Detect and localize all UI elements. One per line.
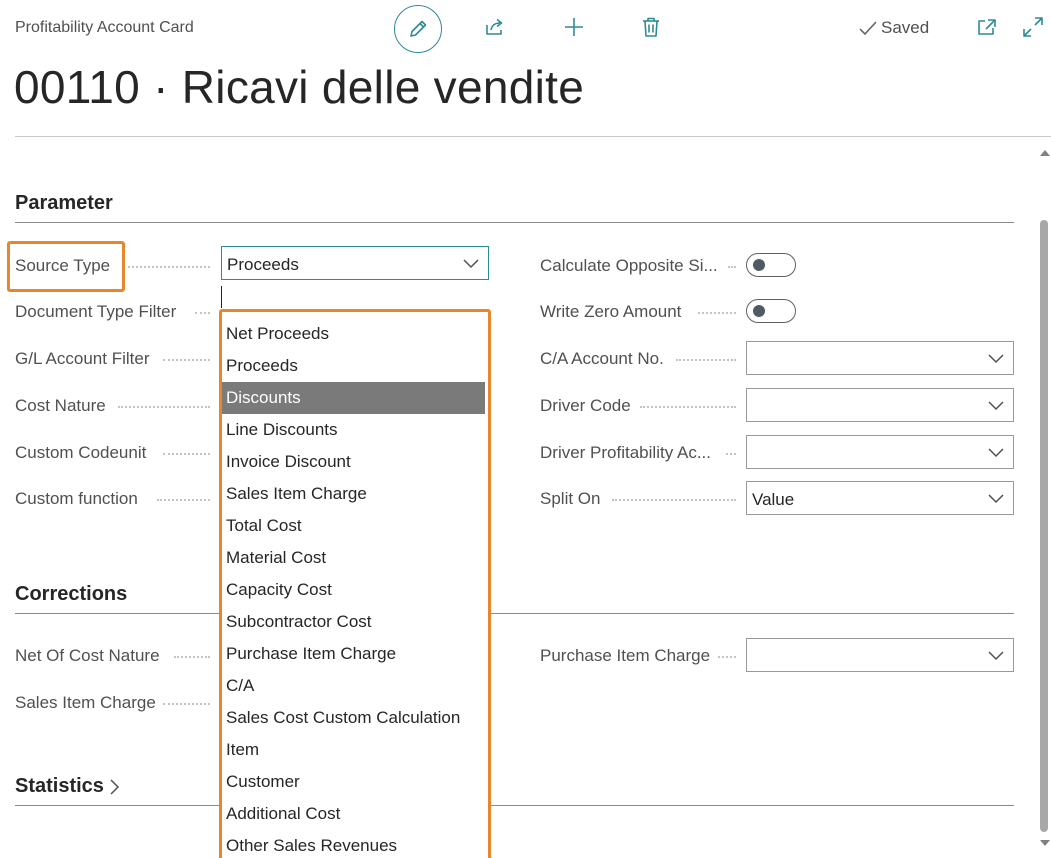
sales-item-charge-leader	[163, 703, 210, 705]
popout-button[interactable]	[972, 12, 1002, 42]
write-zero-amount-leader	[698, 312, 736, 314]
cost-nature-leader	[118, 406, 210, 408]
driver-profitability-label: Driver Profitability Ac...	[540, 443, 711, 462]
source-type-value: Proceeds	[227, 255, 299, 274]
split-on-value: Value	[752, 490, 795, 509]
purchase-item-charge-leader	[718, 656, 736, 658]
source-type-leader	[128, 266, 210, 268]
section-divider-corrections	[15, 613, 1014, 614]
calculate-opposite-label: Calculate Opposite Si...	[540, 256, 718, 275]
breadcrumb[interactable]: Profitability Account Card	[15, 19, 194, 37]
chevron-down-icon	[988, 448, 1004, 458]
source-type-highlight	[7, 241, 125, 292]
custom-function-leader	[157, 499, 210, 501]
calculate-opposite-toggle[interactable]	[746, 253, 796, 277]
custom-codeunit-leader	[163, 453, 210, 455]
saved-status: Saved	[858, 18, 929, 38]
dropdown-highlight	[219, 309, 491, 858]
driver-profitability-select[interactable]	[746, 435, 1014, 469]
share-icon	[486, 18, 503, 35]
chevron-right-icon	[110, 778, 119, 795]
edit-button[interactable]	[394, 5, 442, 53]
write-zero-amount-label: Write Zero Amount	[540, 302, 682, 321]
scroll-thumb[interactable]	[1040, 220, 1048, 832]
purchase-item-charge-label: Purchase Item Charge	[540, 646, 711, 665]
split-on-leader	[612, 499, 736, 501]
gl-account-filter-label: G/L Account Filter	[15, 349, 150, 368]
document-type-filter-leader	[195, 312, 210, 314]
page-title: 00110 · Ricavi delle vendite	[14, 61, 585, 113]
section-divider-parameter	[15, 222, 1014, 223]
toggle-knob	[753, 305, 765, 317]
write-zero-amount-toggle[interactable]	[746, 299, 796, 323]
share-button[interactable]	[480, 12, 510, 42]
document-type-filter-label: Document Type Filter	[15, 302, 177, 321]
section-title-parameter-label: Parameter	[15, 192, 113, 214]
delete-button[interactable]	[636, 12, 666, 42]
driver-code-select[interactable]	[746, 388, 1014, 422]
custom-function-label: Custom function	[15, 489, 138, 508]
section-divider-statistics	[15, 805, 1014, 806]
section-title-corrections-label: Corrections	[15, 583, 128, 605]
expand-icon	[1023, 17, 1043, 37]
scroll-up-arrow-icon[interactable]	[1040, 150, 1050, 156]
new-button[interactable]	[559, 12, 589, 42]
ca-account-no-select[interactable]	[746, 341, 1014, 375]
chevron-down-icon	[463, 259, 479, 269]
driver-code-label: Driver Code	[540, 396, 631, 415]
source-type-select[interactable]: Proceeds	[221, 246, 489, 280]
net-of-cost-nature-label: Net Of Cost Nature	[15, 646, 160, 665]
driver-code-leader	[640, 406, 736, 408]
checkmark-icon	[859, 21, 877, 36]
gl-account-filter-leader	[163, 359, 210, 361]
section-title-corrections[interactable]: Corrections	[15, 583, 127, 606]
section-title-statistics[interactable]: Statistics	[15, 775, 121, 798]
popout-icon	[978, 19, 996, 35]
sales-item-charge-label: Sales Item Charge	[15, 693, 156, 712]
ca-account-no-label: C/A Account No.	[540, 349, 664, 368]
split-on-select[interactable]: Value	[746, 481, 1014, 515]
driver-profitability-leader	[726, 453, 736, 455]
chevron-down-icon	[988, 651, 1004, 661]
ca-account-no-leader	[676, 359, 736, 361]
chevron-down-icon	[988, 401, 1004, 411]
saved-label: Saved	[881, 18, 930, 37]
vertical-scrollbar[interactable]	[1036, 140, 1051, 858]
custom-codeunit-label: Custom Codeunit	[15, 443, 147, 462]
section-title-statistics-label: Statistics	[15, 775, 104, 797]
toggle-knob	[753, 259, 765, 271]
split-on-label: Split On	[540, 489, 601, 508]
expand-button[interactable]	[1018, 12, 1048, 42]
section-title-parameter[interactable]: Parameter	[15, 192, 113, 215]
top-bar: Profitability Account Card Saved	[0, 0, 1051, 60]
chevron-down-icon	[988, 354, 1004, 364]
edit-icon	[410, 20, 427, 37]
scroll-down-arrow-icon[interactable]	[1040, 840, 1050, 846]
delete-icon	[643, 17, 659, 37]
new-icon	[565, 18, 583, 36]
calculate-opposite-leader	[728, 266, 736, 268]
net-of-cost-nature-leader	[174, 656, 210, 658]
cost-nature-label: Cost Nature	[15, 396, 106, 415]
document-type-filter-caret	[221, 286, 222, 308]
purchase-item-charge-select[interactable]	[746, 638, 1014, 672]
title-divider	[15, 136, 1051, 137]
chevron-down-icon	[988, 494, 1004, 504]
